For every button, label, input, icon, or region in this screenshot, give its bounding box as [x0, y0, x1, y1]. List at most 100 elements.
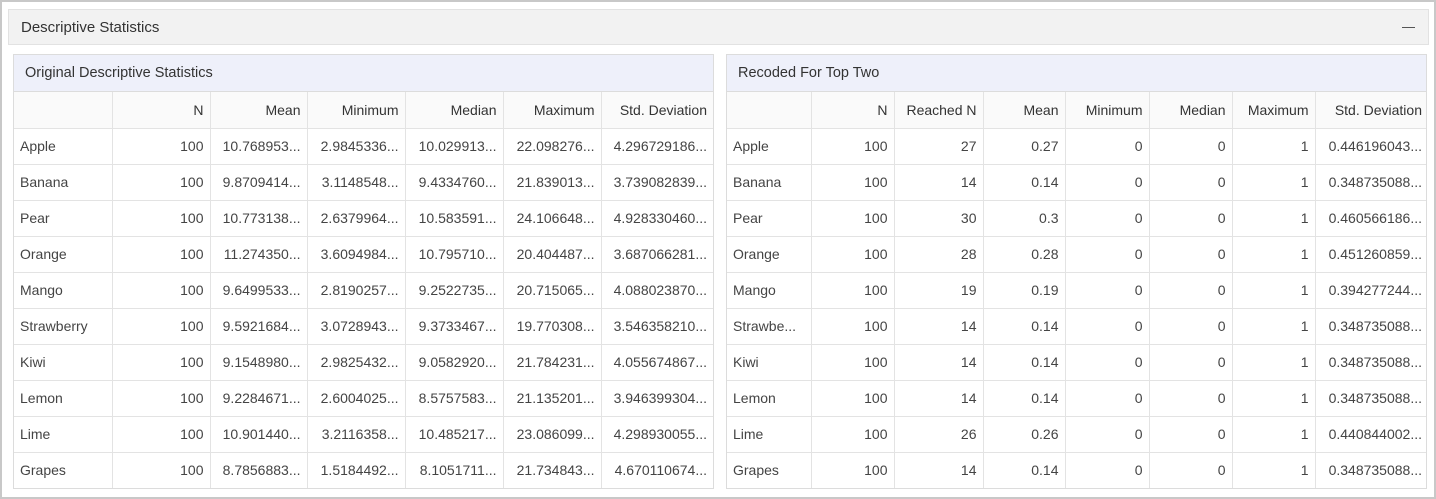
table-cell: 0	[1065, 308, 1150, 345]
table-cell: 0	[1065, 128, 1150, 165]
column-header-row-label[interactable]	[14, 92, 113, 129]
table-cell: 100	[112, 380, 211, 417]
table-cell: 100	[811, 164, 895, 201]
table-cell: 9.2284671...	[210, 380, 308, 417]
table-row: Mango 100 9.6499533... 2.8190257... 9.252273…	[14, 272, 713, 309]
descriptive-statistics-frame: Descriptive Statistics Original Descript…	[0, 0, 1436, 499]
column-header-reached-n[interactable]: Reached N	[894, 92, 984, 129]
table-cell: 1	[1232, 380, 1316, 417]
row-label: Kiwi	[727, 344, 812, 381]
table-row: Orange 100 11.274350... 3.6094984... 10.7957…	[14, 236, 713, 273]
table-cell: 10.485217...	[405, 416, 504, 453]
row-label: Lime	[14, 416, 113, 453]
column-header-maximum[interactable]: Maximum	[503, 92, 602, 129]
table-cell: 0.14	[983, 380, 1066, 417]
column-header-maximum[interactable]: Maximum	[1232, 92, 1316, 129]
table-cell: 3.739082839...	[601, 164, 713, 201]
header-row: N Reached N Mean Minimum Median Maximum Std. D…	[727, 92, 1426, 129]
table-cell: 0	[1065, 164, 1150, 201]
column-header-minimum[interactable]: Minimum	[307, 92, 406, 129]
collapse-button[interactable]	[1398, 17, 1418, 37]
table-cell: 9.8709414...	[210, 164, 308, 201]
table-cell: 14	[894, 380, 984, 417]
table-cell: 28	[894, 236, 984, 273]
table-cell: 0	[1149, 200, 1233, 237]
table-cell: 10.768953...	[210, 128, 308, 165]
table-cell: 4.055674867...	[601, 344, 713, 381]
table-cell: 3.946399304...	[601, 380, 713, 417]
column-header-std-deviation[interactable]: Std. Deviation	[1315, 92, 1426, 129]
header-row: N Mean Minimum Median Maximum Std. Deviation	[14, 92, 713, 129]
table-cell: 4.296729186...	[601, 128, 713, 165]
table-cell: 3.546358210...	[601, 308, 713, 345]
row-label: Lime	[727, 416, 812, 453]
table-cell: 100	[811, 344, 895, 381]
row-label: Mango	[727, 272, 812, 309]
table-row: Strawbe... 100 14 0.14 0 0 1 0.348735088...	[727, 308, 1426, 345]
table-cell: 100	[112, 200, 211, 237]
table-cell: 1	[1232, 452, 1316, 488]
table-cell: 8.5757583...	[405, 380, 504, 417]
table-cell: 0	[1149, 164, 1233, 201]
table-cell: 9.6499533...	[210, 272, 308, 309]
table-cell: 0.451260859...	[1315, 236, 1426, 273]
table-cell: 1	[1232, 416, 1316, 453]
table-cell: 100	[112, 128, 211, 165]
recoded-table-caption: Recoded For Top Two	[727, 55, 1426, 92]
table-cell: 0.446196043...	[1315, 128, 1426, 165]
row-label: Banana	[14, 164, 113, 201]
table-cell: 0.348735088...	[1315, 164, 1426, 201]
column-header-std-deviation[interactable]: Std. Deviation	[601, 92, 713, 129]
table-cell: 100	[811, 272, 895, 309]
table-cell: 2.9825432...	[307, 344, 406, 381]
row-label: Mango	[14, 272, 113, 309]
table-cell: 9.5921684...	[210, 308, 308, 345]
table-cell: 0.348735088...	[1315, 380, 1426, 417]
column-header-mean[interactable]: Mean	[210, 92, 308, 129]
column-header-median[interactable]: Median	[405, 92, 504, 129]
minus-icon	[1401, 26, 1415, 28]
table-cell: 3.2116358...	[307, 416, 406, 453]
table-row: Strawberry 100 9.5921684... 3.0728943... 9.3…	[14, 308, 713, 345]
table-row: Banana 100 9.8709414... 3.1148548... 9.43347…	[14, 164, 713, 201]
row-label: Grapes	[14, 452, 113, 488]
table-cell: 0.19	[983, 272, 1066, 309]
column-header-n[interactable]: N	[811, 92, 895, 129]
table-cell: 0	[1149, 380, 1233, 417]
table-cell: 0.26	[983, 416, 1066, 453]
table-cell: 100	[112, 236, 211, 273]
table-cell: 9.2522735...	[405, 272, 504, 309]
table-row: Kiwi 100 14 0.14 0 0 1 0.348735088...	[727, 344, 1426, 381]
table-cell: 100	[811, 236, 895, 273]
panel-header[interactable]: Descriptive Statistics	[8, 9, 1429, 45]
table-row: Grapes 100 14 0.14 0 0 1 0.348735088...	[727, 452, 1426, 488]
column-header-mean[interactable]: Mean	[983, 92, 1066, 129]
original-table-caption: Original Descriptive Statistics	[14, 55, 713, 92]
table-row: Apple 100 27 0.27 0 0 1 0.446196043...	[727, 128, 1426, 165]
table-cell: 10.795710...	[405, 236, 504, 273]
table-cell: 0	[1065, 452, 1150, 488]
table-cell: 9.0582920...	[405, 344, 504, 381]
table-row: Lemon 100 9.2284671... 2.6004025... 8.575758…	[14, 380, 713, 417]
column-header-row-label[interactable]	[727, 92, 812, 129]
table-cell: 1	[1232, 272, 1316, 309]
row-label: Banana	[727, 164, 812, 201]
column-header-median[interactable]: Median	[1149, 92, 1233, 129]
table-cell: 3.6094984...	[307, 236, 406, 273]
table-row: Mango 100 19 0.19 0 0 1 0.394277244...	[727, 272, 1426, 309]
table-cell: 4.670110674...	[614, 462, 707, 479]
table-cell: 0.348735088...	[1328, 462, 1422, 479]
table-cell: 0.27	[983, 128, 1066, 165]
table-cell: 1	[1232, 128, 1316, 165]
table-cell: 0	[1065, 380, 1150, 417]
table-row: Kiwi 100 9.1548980... 2.9825432... 9.0582920…	[14, 344, 713, 381]
table-cell: 1.5184492...	[307, 452, 406, 488]
table-cell: 0	[1149, 452, 1233, 488]
table-cell: 100	[112, 452, 211, 488]
row-label: Strawbe...	[727, 308, 812, 345]
column-header-minimum[interactable]: Minimum	[1065, 92, 1150, 129]
original-statistics-table: N Mean Minimum Median Maximum Std. Deviation …	[14, 92, 713, 488]
column-header-n[interactable]: N	[112, 92, 211, 129]
table-cell: 8.1051711...	[405, 452, 504, 488]
table-cell: 4.928330460...	[601, 200, 713, 237]
